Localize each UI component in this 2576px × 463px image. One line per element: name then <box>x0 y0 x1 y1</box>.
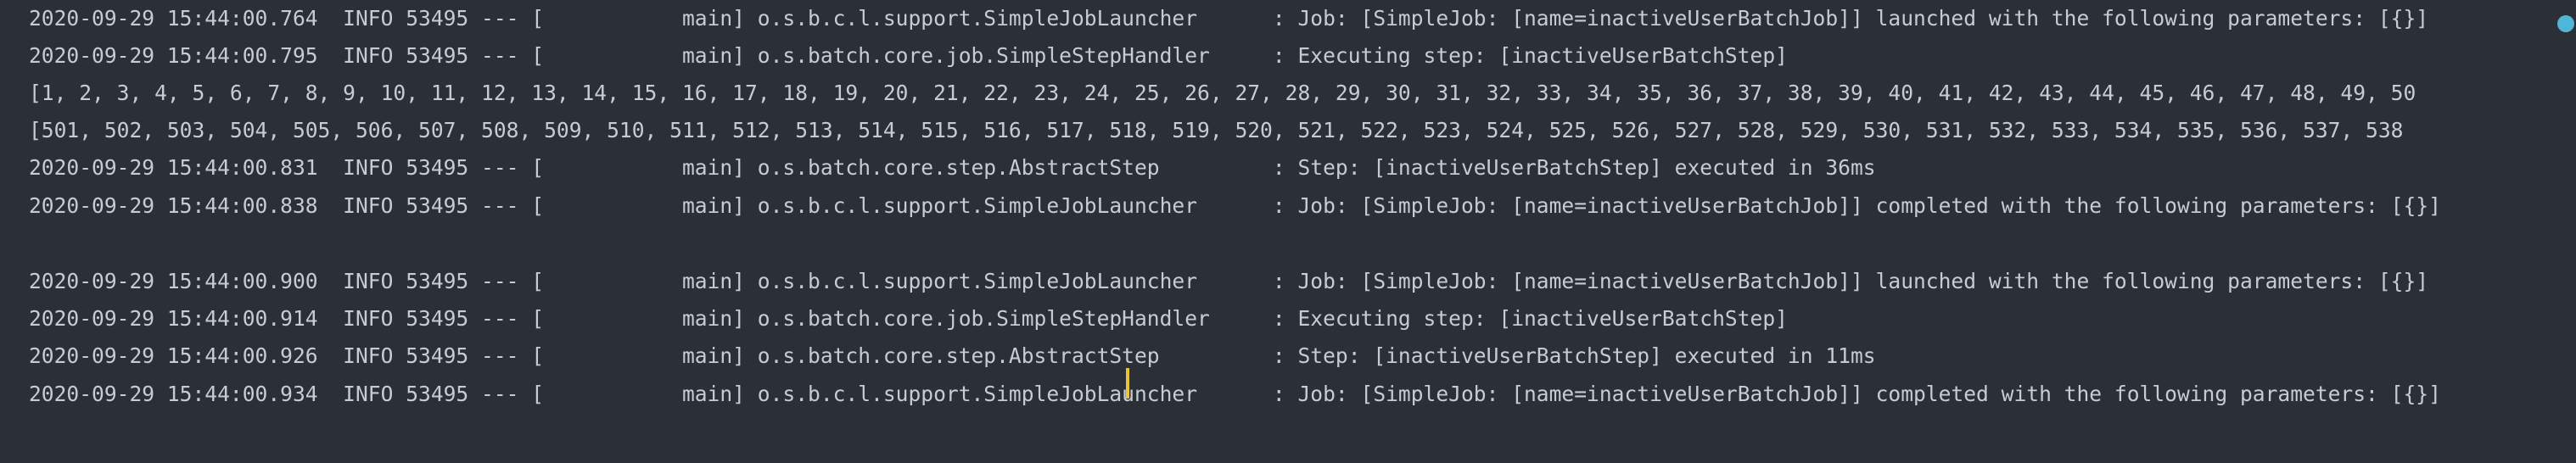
log-line: 2020-09-29 15:44:00.934 INFO 53495 --- [… <box>29 382 2441 406</box>
console-output[interactable]: 2020-09-29 15:44:00.764 INFO 53495 --- [… <box>0 0 2576 463</box>
log-line: 2020-09-29 15:44:00.838 INFO 53495 --- [… <box>29 193 2441 218</box>
scroll-indicator-icon <box>2557 15 2574 32</box>
text-cursor <box>1126 368 1129 399</box>
log-line: [1, 2, 3, 4, 5, 6, 7, 8, 9, 10, 11, 12, … <box>29 81 2416 105</box>
log-line: [501, 502, 503, 504, 505, 506, 507, 508,… <box>29 118 2404 142</box>
log-line: 2020-09-29 15:44:00.764 INFO 53495 --- [… <box>29 6 2429 31</box>
log-line: 2020-09-29 15:44:00.900 INFO 53495 --- [… <box>29 269 2429 293</box>
log-line: 2020-09-29 15:44:00.926 INFO 53495 --- [… <box>29 343 1876 368</box>
log-line: 2020-09-29 15:44:00.831 INFO 53495 --- [… <box>29 155 1876 180</box>
log-line: 2020-09-29 15:44:00.914 INFO 53495 --- [… <box>29 306 1788 331</box>
log-line: 2020-09-29 15:44:00.795 INFO 53495 --- [… <box>29 43 1788 68</box>
